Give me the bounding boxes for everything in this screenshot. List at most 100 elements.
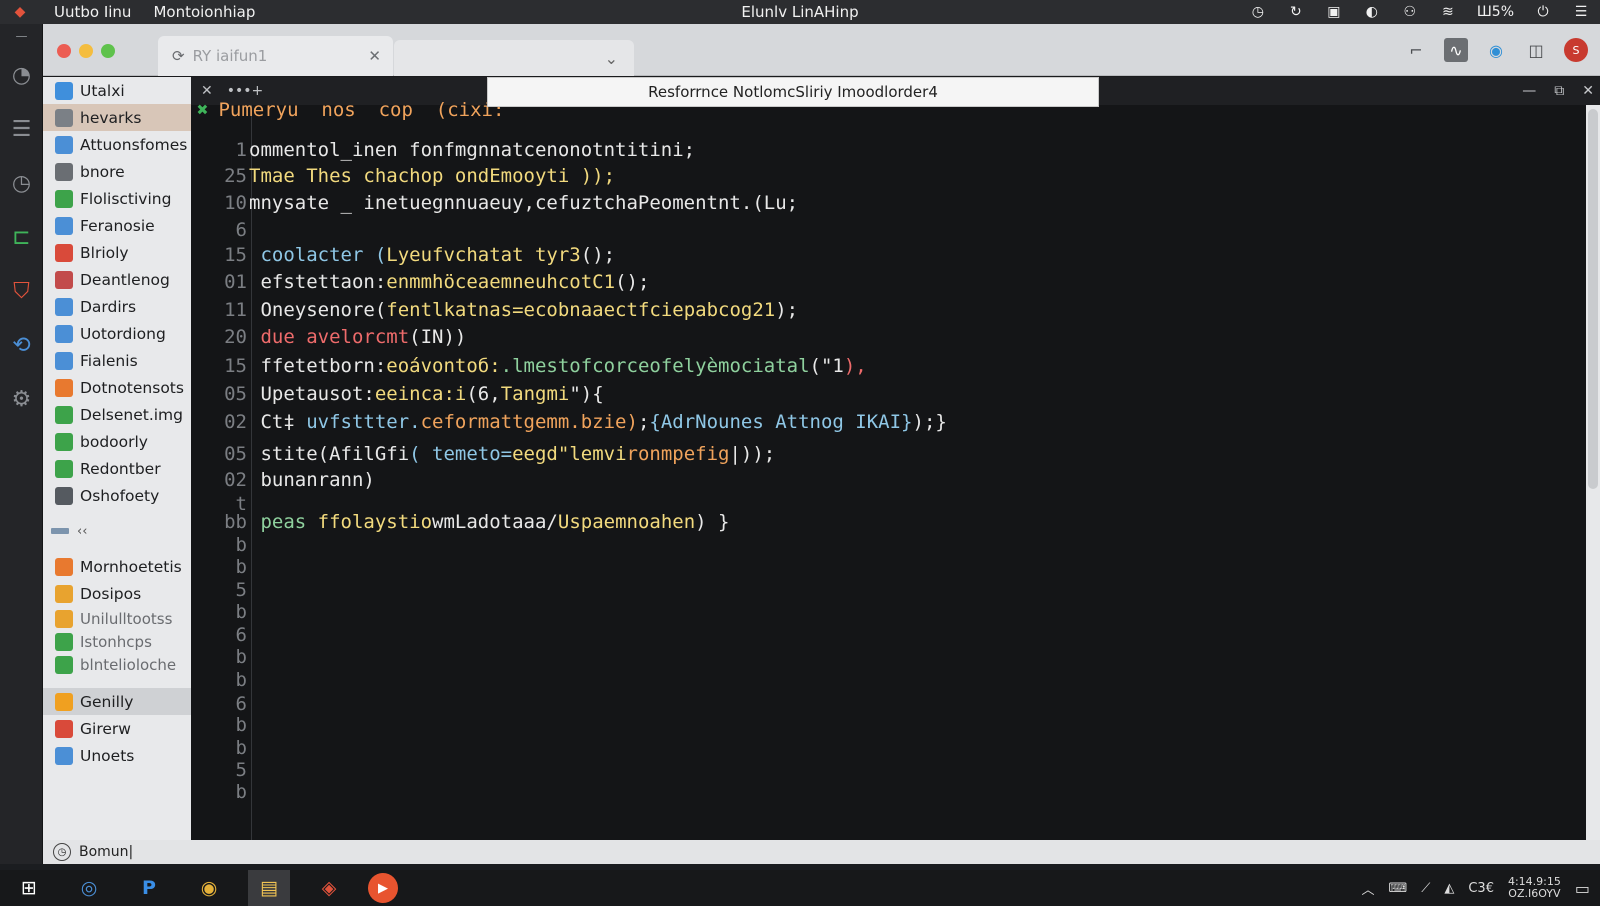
code-token: ffolaystio (317, 511, 433, 533)
tray-text[interactable]: C3€ (1468, 881, 1494, 896)
sidebar-item[interactable]: Blrioly (43, 239, 191, 266)
browser-compass-icon[interactable]: ◎ (68, 870, 110, 906)
code-line: 1 ommentol_inen fonfmgnnatcenonotntitini; (191, 137, 696, 163)
refresh-icon[interactable]: ↻ (1287, 4, 1305, 20)
sidebar-item[interactable]: Redontber (43, 455, 191, 482)
sidebar-item[interactable]: Fialenis (43, 347, 191, 374)
sidebar-item-label: hevarks (80, 108, 142, 127)
list-icon[interactable]: ☰ (0, 102, 43, 156)
activity-icon[interactable]: ∿ (1444, 38, 1468, 62)
maximize-window-button[interactable] (101, 44, 115, 58)
sidebar-item[interactable]: Feranosie (43, 212, 191, 239)
sidebar-item[interactable]: bnore (43, 158, 191, 185)
collapse-label[interactable]: ‹‹ (77, 524, 87, 539)
clock-icon[interactable]: ◷ (1249, 4, 1267, 20)
volume-icon[interactable]: ◭ (1444, 881, 1454, 896)
menu-list-icon[interactable]: ☰ (1572, 4, 1590, 20)
chevron-up-icon[interactable]: ︿ (1361, 879, 1374, 898)
code-line: 6 (191, 217, 249, 243)
close-icon[interactable]: ✕ (1582, 83, 1594, 99)
code-token: {AdrNounes Attnog IKAI} (649, 411, 913, 433)
sidebar-item[interactable]: Dosipos (43, 580, 191, 607)
sidebar-item[interactable]: Dotnotensots (43, 374, 191, 401)
sidebar-item[interactable]: Unilulltootss (43, 607, 191, 630)
avatar[interactable]: S (1564, 38, 1588, 62)
clock-icon[interactable]: ◷ (0, 156, 43, 210)
sidebar-item[interactable]: bodoorly (43, 428, 191, 455)
sidebar-item[interactable]: Utalxi (43, 77, 191, 104)
tab-strip: ⟳ RY iaifun1 ✕ ⌄ ⌐ ∿ ◉ ◫ S (43, 24, 1600, 76)
tab-active[interactable]: ⟳ RY iaifun1 ✕ (158, 36, 393, 76)
sidebar-item-label: Delsenet.img (80, 405, 183, 424)
settings-icon[interactable]: ⚙ (0, 372, 43, 426)
windows-start-icon[interactable]: ⊞ (8, 870, 50, 906)
blue-square-icon (55, 81, 73, 100)
restore-icon[interactable]: ⧉ (1554, 83, 1564, 99)
power-icon[interactable]: ⏻ (1534, 4, 1552, 20)
code-token: Oneysenore( (249, 299, 387, 321)
scrollbar-thumb[interactable] (1588, 109, 1598, 489)
code-line: 02 bunanrann) (191, 467, 375, 493)
sidebar-item[interactable]: Mornhoetetis (43, 553, 191, 580)
extension-icon[interactable]: ◉ (1484, 38, 1508, 62)
line-number: b (235, 646, 247, 668)
menu-item-file[interactable]: Montoionhiap (153, 3, 255, 21)
line-number: b (235, 669, 247, 691)
code-token: efstettaon: (249, 271, 387, 293)
sidebar-item[interactable]: Girerw (43, 715, 191, 742)
tab-close-icon[interactable]: ✕ (368, 47, 381, 65)
battery-label[interactable]: Ш5% (1477, 4, 1514, 20)
sidebar-item[interactable]: Dardirs (43, 293, 191, 320)
wifi-icon[interactable]: ≋ (1439, 4, 1457, 20)
sidebar-item[interactable]: Attuonsfomes (43, 131, 191, 158)
keyboard-icon[interactable]: ⌨ (1388, 881, 1407, 896)
chrome-icon[interactable]: ◉ (188, 870, 230, 906)
system-tray: ︿ ⌨ ⟋ ◭ C3€ 4:14.9:15 OZ.I6OYV ▭ (1361, 870, 1590, 906)
file-explorer-icon[interactable]: ▤ (248, 870, 290, 906)
sync-icon[interactable]: ⟲ (0, 318, 43, 372)
extension-icon[interactable]: ◐ (1363, 4, 1381, 20)
sidebar-item[interactable]: Flolisctiving (43, 185, 191, 212)
sidebar-item[interactable]: Uotordiong (43, 320, 191, 347)
history-icon[interactable]: ◔ (0, 48, 43, 102)
tab-dropdown[interactable]: ⌄ (394, 40, 634, 76)
sidebar-item[interactable]: Deantlenog (43, 266, 191, 293)
sidebar-item[interactable]: Genilly (43, 688, 191, 715)
code-line: 05 stite(AfilGfi( temeto= eegd" lemvi ronmp… (191, 441, 775, 467)
media-app-icon[interactable]: ▶ (368, 873, 398, 903)
sidebar-item-label: Dosipos (80, 584, 142, 603)
sidebar-item[interactable]: Unoets (43, 742, 191, 769)
collapse-icon[interactable] (51, 528, 69, 534)
sidebar-item[interactable]: hevarks (43, 104, 191, 131)
close-window-button[interactable] (57, 44, 71, 58)
chevron-down-icon[interactable]: ⌄ (605, 49, 618, 68)
code-area[interactable]: ✖ Pumeryu nos cop (cixi: 1 ommentol_inen … (191, 99, 1586, 840)
minimize-icon[interactable]: — (1522, 83, 1536, 99)
extension-icon[interactable]: ⊏ (0, 210, 43, 264)
user-icon[interactable]: ⚇ (1401, 4, 1419, 20)
shield-icon[interactable]: ⛉ (0, 264, 43, 318)
taskbar-clock[interactable]: 4:14.9:15 OZ.I6OYV (1508, 876, 1561, 900)
notification-icon[interactable]: ▭ (1575, 879, 1590, 898)
network-icon[interactable]: ⟋ (1421, 881, 1430, 896)
pin-icon[interactable]: ⌐ (1404, 38, 1428, 62)
menu-item-app[interactable]: Uutbo Iinu (54, 3, 131, 21)
status-label: Bomun| (79, 844, 134, 860)
p-app-icon[interactable]: P (128, 870, 170, 906)
code-token: enmmhöceaemneuhcotC1 (386, 271, 616, 293)
code-header-text: Pumeryu nos cop (cixi: (218, 99, 505, 121)
sidebar-item[interactable]: Delsenet.img (43, 401, 191, 428)
sidebar-item[interactable]: blntelioloche (43, 653, 191, 676)
minimize-window-button[interactable] (79, 44, 93, 58)
sidebar-item-label: Fialenis (80, 351, 138, 370)
sidebar-item[interactable]: Oshofoety (43, 482, 191, 509)
screen-icon[interactable]: ▣ (1325, 4, 1343, 20)
green-square-icon (55, 432, 73, 451)
status-icon[interactable]: ◷ (53, 843, 71, 861)
sidebar-item[interactable]: Istonhcps (43, 630, 191, 653)
app-icon[interactable]: ◈ (308, 870, 350, 906)
apple-logo-icon[interactable]: ◆ (8, 0, 32, 24)
sidebar-toggle-icon[interactable]: ◫ (1524, 38, 1548, 62)
editor-scrollbar[interactable] (1586, 105, 1600, 840)
taskbar: ⊞ ◎ P ◉ ▤ ◈ ▶ ︿ ⌨ ⟋ ◭ C3€ 4:14.9:15 OZ.I… (0, 870, 1600, 906)
